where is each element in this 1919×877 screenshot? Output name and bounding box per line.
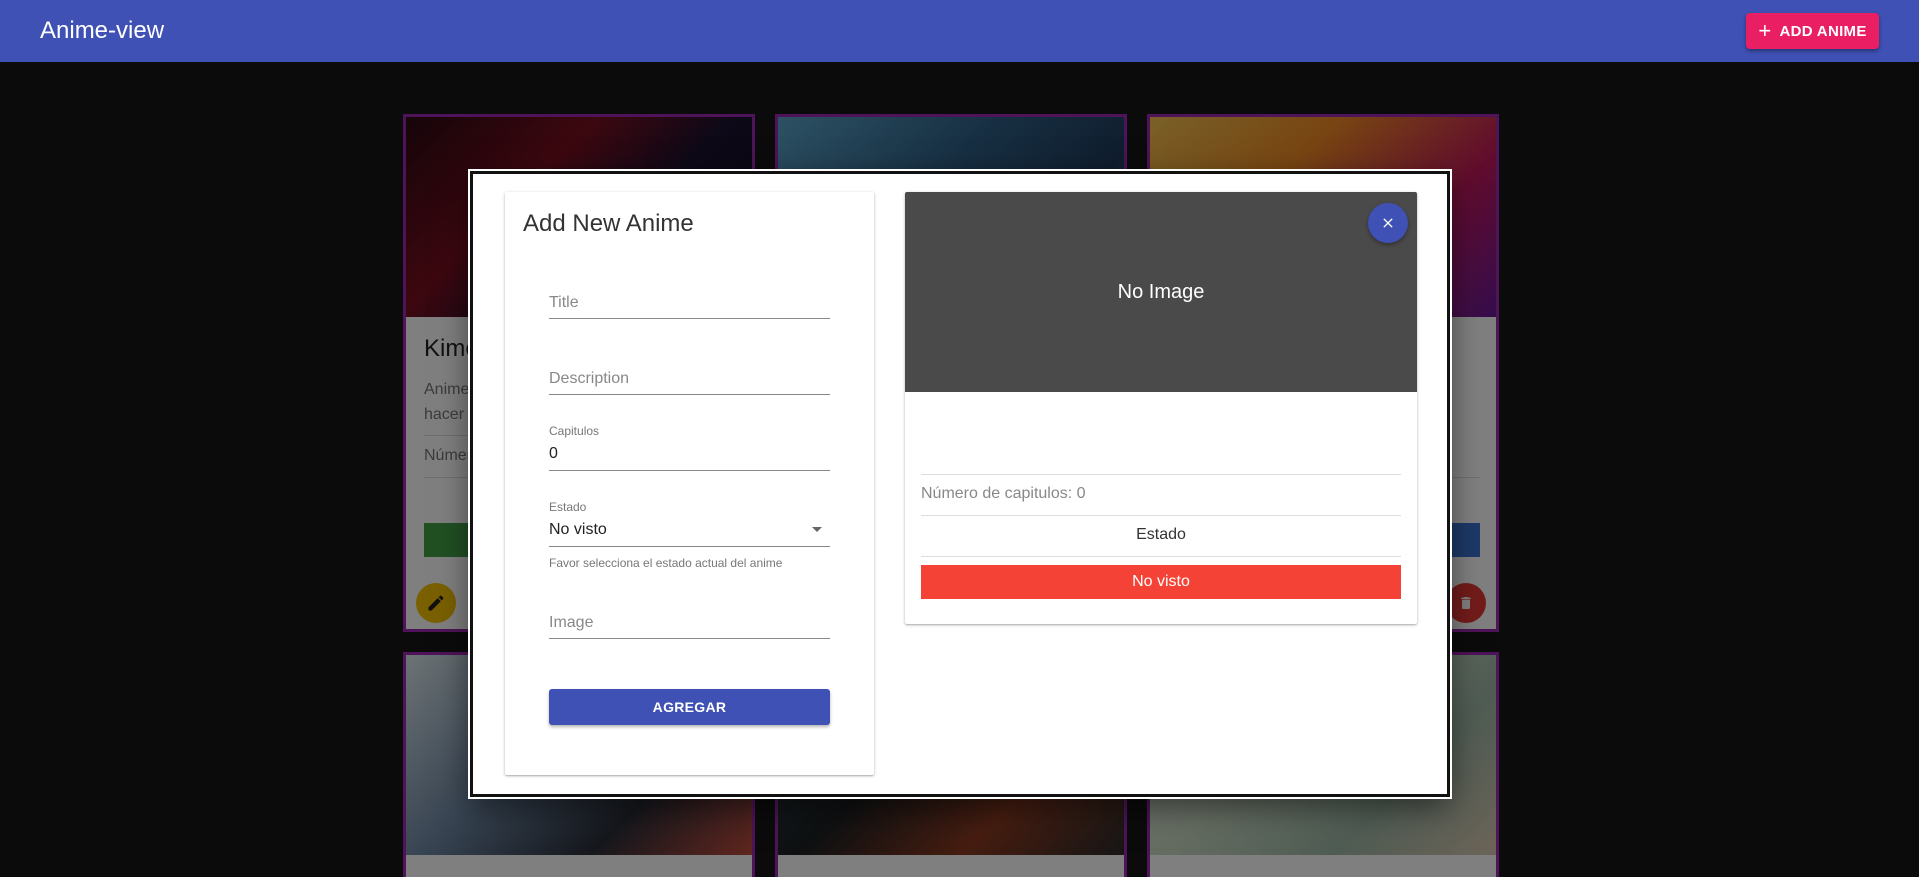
add-anime-form: Add New Anime Title Description Capitulo…	[505, 192, 874, 775]
title-placeholder: Title	[549, 294, 579, 311]
preview-chapters: Número de capitulos: 0	[921, 485, 1086, 502]
divider	[921, 556, 1401, 557]
divider	[921, 515, 1401, 516]
estado-label: Estado	[549, 500, 587, 514]
app-title: Anime-view	[40, 17, 165, 44]
title-input[interactable]: Title	[549, 272, 830, 319]
divider	[921, 474, 1401, 475]
form-title: Add New Anime	[523, 210, 694, 237]
add-anime-button[interactable]: + ADD ANIME	[1746, 13, 1879, 49]
dropdown-caret-icon	[812, 527, 822, 532]
capitulos-value: 0	[549, 445, 558, 462]
estado-value: No visto	[549, 521, 607, 538]
description-input[interactable]: Description	[549, 348, 830, 395]
anime-preview-card: No Image Número de capitulos: 0 Estado N…	[905, 192, 1417, 624]
no-image-text: No Image	[1117, 280, 1205, 303]
app-bar: Anime-view + ADD ANIME	[0, 0, 1919, 62]
close-dialog-button[interactable]	[1368, 203, 1408, 243]
add-anime-dialog: Add New Anime Title Description Capitulo…	[470, 171, 1450, 797]
add-anime-label: ADD ANIME	[1779, 22, 1867, 40]
close-icon	[1383, 218, 1393, 228]
preview-estado-label: Estado	[1136, 526, 1186, 543]
plus-icon: +	[1758, 18, 1772, 43]
capitulos-label: Capitulos	[549, 424, 600, 438]
capitulos-input[interactable]: Capitulos 0	[549, 424, 830, 471]
preview-image-placeholder: No Image	[905, 192, 1417, 392]
preview-status-badge: No visto	[921, 565, 1401, 599]
image-placeholder: Image	[549, 614, 594, 631]
estado-select[interactable]: Estado No visto	[549, 500, 830, 547]
agregar-button[interactable]: AGREGAR	[549, 689, 830, 725]
estado-helper-text: Favor selecciona el estado actual del an…	[549, 556, 783, 570]
image-input[interactable]: Image	[549, 592, 830, 639]
description-placeholder: Description	[549, 370, 630, 387]
